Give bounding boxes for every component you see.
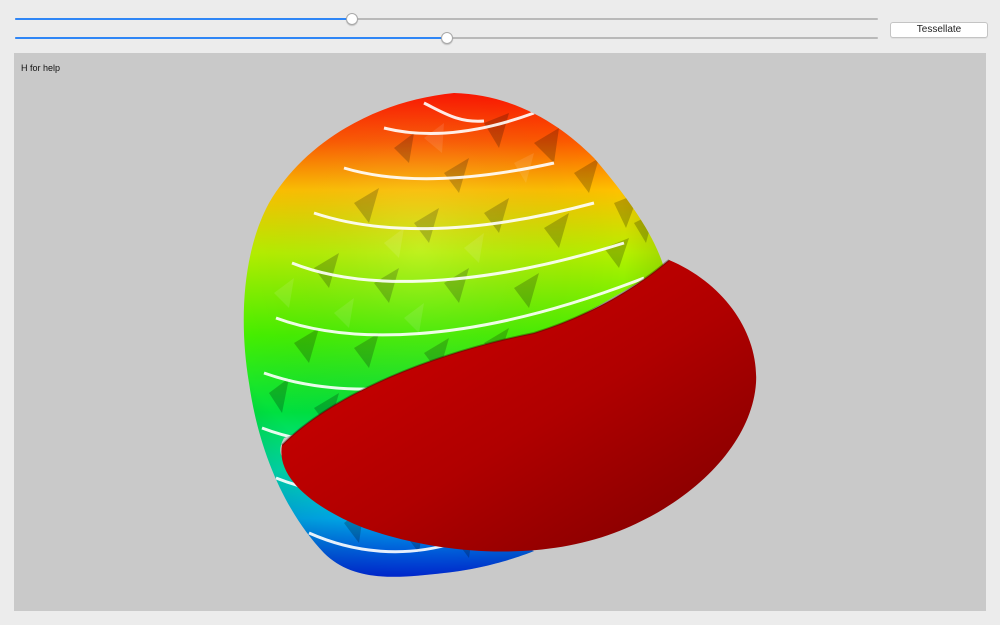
- slider-bottom-thumb[interactable]: [440, 32, 453, 44]
- slider-bottom[interactable]: [15, 31, 878, 45]
- slider-bottom-fill: [15, 37, 447, 39]
- slider-top-fill: [15, 18, 352, 20]
- tessellate-button[interactable]: Tessellate: [890, 22, 988, 38]
- 3d-viewport[interactable]: H for help: [14, 53, 986, 611]
- slider-top[interactable]: [15, 12, 878, 26]
- slider-top-thumb[interactable]: [345, 13, 358, 25]
- tessellated-sphere-render: [243, 93, 757, 577]
